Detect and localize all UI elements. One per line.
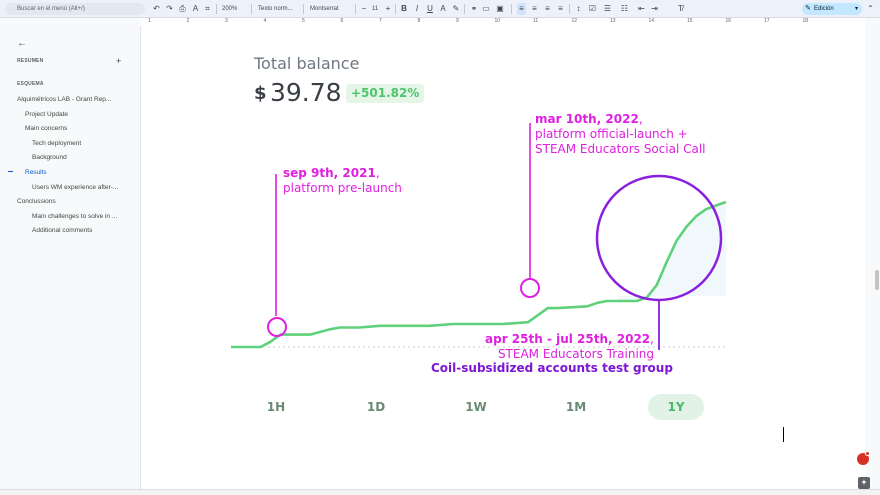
editing-mode-button[interactable]: ✎ Edición ▾ <box>802 3 862 15</box>
ruler-number: 14 <box>648 18 655 24</box>
document-page[interactable]: Total balance $ 39.78 +501.82% sep 9th, … <box>140 26 865 489</box>
outline-item[interactable]: Conclussions <box>17 198 132 205</box>
summary-heading: RESUMEN <box>17 58 44 64</box>
font-size-field[interactable]: 11 <box>372 3 378 15</box>
increase-indent-icon[interactable]: ⇥ <box>650 3 659 15</box>
ruler-number: 10 <box>494 18 501 24</box>
marker-circle-2 <box>520 278 540 298</box>
ruler-number: 6 <box>340 18 344 24</box>
annotation-3: apr 25th - jul 25th, 2022, STEAM Educato… <box>485 332 654 361</box>
ruler-number: 4 <box>263 18 267 24</box>
outline-item[interactable]: Project Update <box>25 111 140 118</box>
ruler-number: 11 <box>533 18 539 24</box>
page-right-margin <box>865 26 880 491</box>
comment-icon[interactable]: ▭ <box>482 3 490 15</box>
ruler-number: 3 <box>225 18 228 24</box>
ruler-number: 9 <box>456 18 459 24</box>
link-icon[interactable]: ⚭ <box>470 3 478 15</box>
italic-icon[interactable]: I <box>413 3 421 15</box>
annotation-1: sep 9th, 2021, platform pre-launch <box>283 166 402 195</box>
clear-format-icon[interactable]: T̸ <box>676 3 685 15</box>
document-outline-panel: ← RESUMEN + ESQUEMA Alquimétricos LAB - … <box>8 26 138 491</box>
explore-icon[interactable]: ✦ <box>858 477 870 489</box>
balance-line <box>231 200 727 349</box>
align-left-icon[interactable]: ≡ <box>517 3 526 15</box>
range-button-1h[interactable]: 1H <box>248 394 304 420</box>
justify-icon[interactable]: ≡ <box>556 3 565 15</box>
chevron-down-icon: ▾ <box>854 6 858 12</box>
active-item-indicator <box>8 171 13 172</box>
ruler-number: 17 <box>764 18 770 24</box>
spellcheck-icon[interactable]: A <box>191 3 200 15</box>
collapse-toolbar-icon[interactable]: ⌃ <box>866 3 875 15</box>
underline-icon[interactable]: U <box>426 3 434 15</box>
vertical-scrollbar[interactable] <box>875 270 879 290</box>
horizontal-scrollbar[interactable] <box>0 489 880 495</box>
ruler-number: 13 <box>610 18 616 24</box>
range-button-1y[interactable]: 1Y <box>648 394 704 420</box>
outline-item[interactable]: Background <box>32 154 147 161</box>
back-arrow-icon[interactable]: ← <box>17 38 27 49</box>
highlight-icon[interactable]: ✎ <box>452 3 460 15</box>
marker-circle-1 <box>267 317 287 337</box>
ruler-number: 15 <box>687 18 693 24</box>
undo-icon[interactable]: ↶ <box>152 3 161 15</box>
style-select[interactable]: Texto norm... <box>258 3 293 15</box>
ruler-number: 5 <box>302 18 305 24</box>
image-icon[interactable]: ▣ <box>495 3 505 15</box>
ruler-number: 8 <box>417 18 421 24</box>
toolbar: Buscar en el menú (Alt+/) ↶ ↷ ⎙ A ⌗ 200%… <box>0 0 880 18</box>
notification-badge <box>865 451 870 456</box>
bullet-list-icon[interactable]: ☰ <box>603 3 612 15</box>
outline-item[interactable]: Tech deployment <box>32 140 147 147</box>
redo-icon[interactable]: ↷ <box>165 3 174 15</box>
outline-item[interactable]: Alquimétricos LAB - Grant Rep... <box>17 96 132 103</box>
align-right-icon[interactable]: ≡ <box>543 3 552 15</box>
increase-size-icon[interactable]: + <box>384 3 392 15</box>
checklist-icon[interactable]: ☑ <box>588 3 597 15</box>
pencil-icon: ✎ <box>805 5 811 12</box>
vertical-ruler[interactable] <box>0 26 8 491</box>
outline-item[interactable]: Results <box>25 169 140 176</box>
range-button-1d[interactable]: 1D <box>348 394 404 420</box>
text-color-icon[interactable]: A <box>439 3 447 15</box>
line-spacing-icon[interactable]: ↕ <box>574 3 583 15</box>
ruler-number: 1 <box>148 18 151 24</box>
annotation-2: mar 10th, 2022, platform official-launch… <box>535 112 706 156</box>
horizontal-ruler[interactable]: 1 2 3 4 5 6 7 8 9 10 11 12 13 14 15 16 17 18 <box>140 18 865 26</box>
outline-heading: ESQUEMA <box>17 81 44 87</box>
ruler-number: 18 <box>802 18 809 24</box>
bold-icon[interactable]: B <box>400 3 408 15</box>
outline-item[interactable]: Main concerns <box>25 125 140 132</box>
decrease-indent-icon[interactable]: ⇤ <box>637 3 646 15</box>
text-cursor <box>783 427 784 442</box>
align-center-icon[interactable]: ≡ <box>530 3 539 15</box>
paint-format-icon[interactable]: ⌗ <box>203 3 212 15</box>
outline-item[interactable]: Main challenges to solve in ... <box>32 213 147 220</box>
zoom-select[interactable]: 200% <box>222 3 237 15</box>
menu-search-input[interactable]: Buscar en el menú (Alt+/) <box>5 3 145 15</box>
numbered-list-icon[interactable]: ☷ <box>620 3 629 15</box>
ruler-number: 12 <box>571 18 578 24</box>
print-icon[interactable]: ⎙ <box>178 3 187 15</box>
add-summary-icon[interactable]: + <box>116 56 121 66</box>
range-button-1w[interactable]: 1W <box>448 394 504 420</box>
ruler-number: 16 <box>725 18 732 24</box>
decrease-size-icon[interactable]: − <box>360 3 368 15</box>
ruler-number: 7 <box>379 18 382 24</box>
range-button-1m[interactable]: 1M <box>548 394 604 420</box>
outline-item[interactable]: Additional comments <box>32 227 147 234</box>
ruler-number: 2 <box>186 18 190 24</box>
font-select[interactable]: Montserrat <box>310 3 339 15</box>
outline-item[interactable]: Users WM experience after-... <box>32 184 147 191</box>
annotation-3-group: Coil-subsidized accounts test group <box>431 361 673 375</box>
